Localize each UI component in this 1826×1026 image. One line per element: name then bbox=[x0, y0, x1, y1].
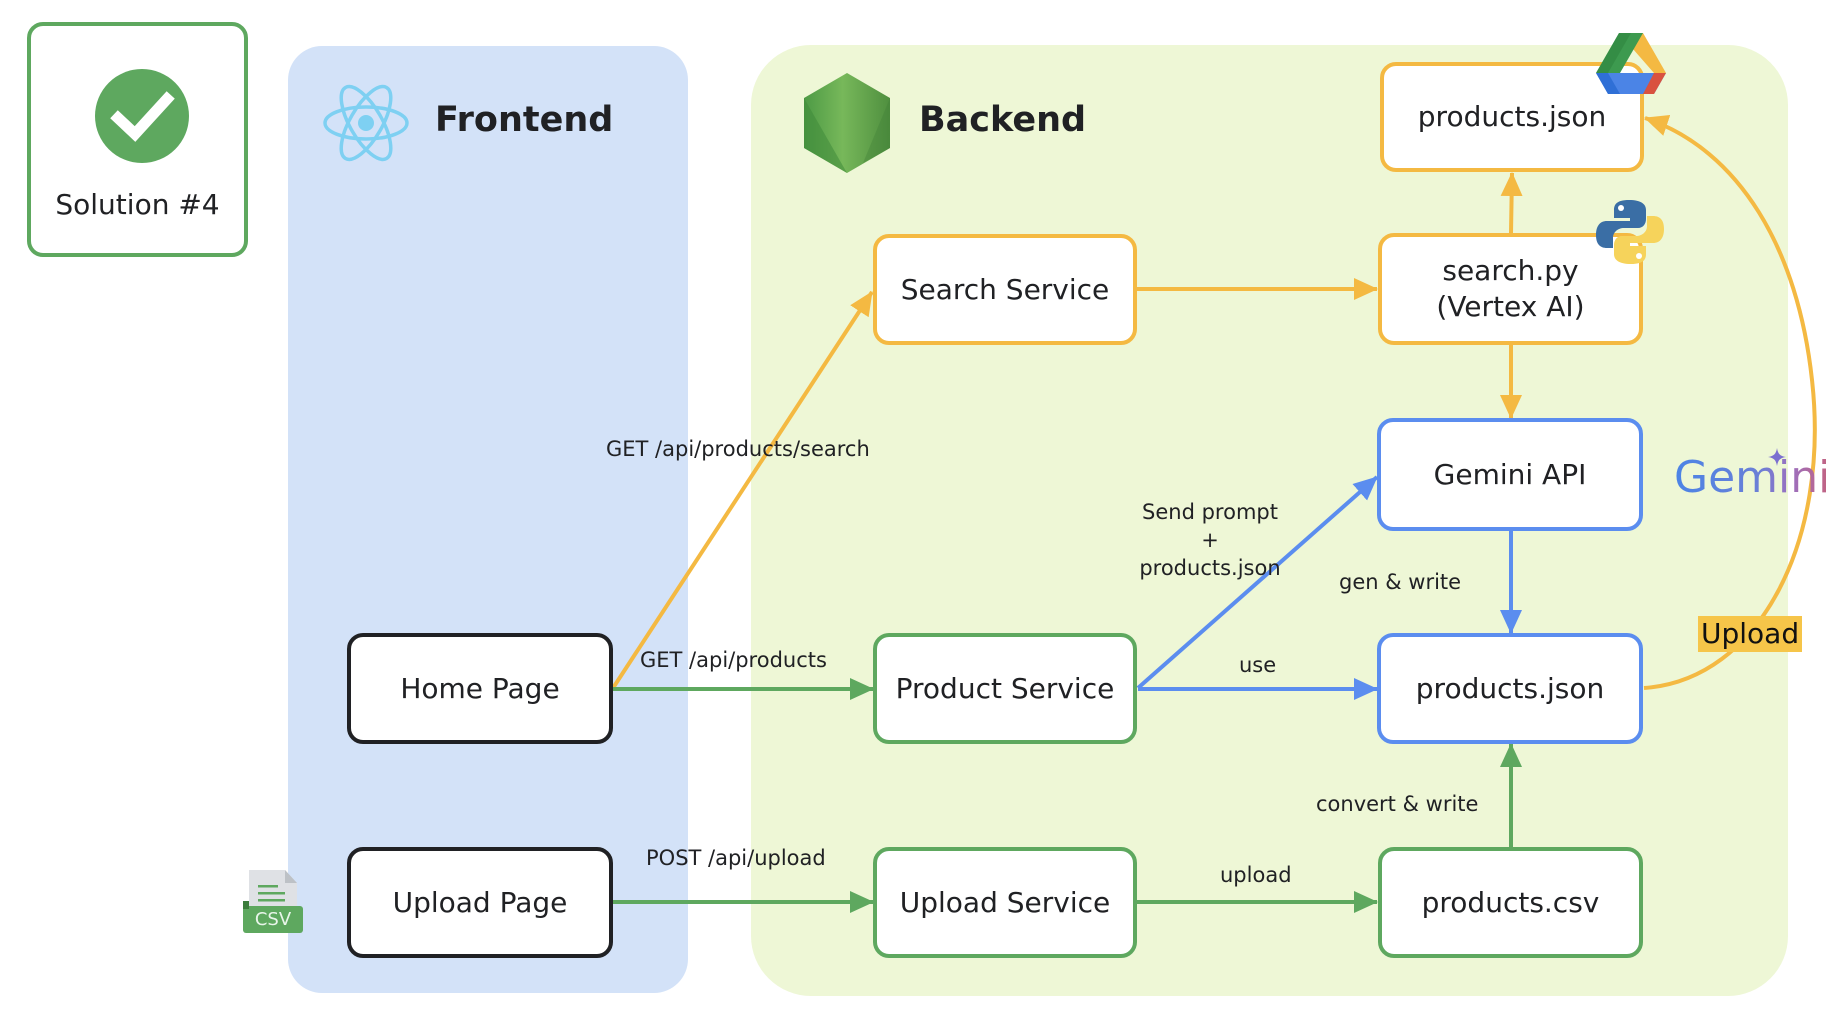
label-convert-write: convert & write bbox=[1316, 792, 1479, 816]
label-get-search: GET /api/products/search bbox=[606, 437, 870, 461]
label-upload-to-drive: Upload bbox=[1698, 616, 1803, 652]
label-gen-write: gen & write bbox=[1339, 570, 1462, 594]
edge-upload-to-drive bbox=[1643, 114, 1817, 690]
upload-page-node[interactable]: Upload Page bbox=[347, 847, 613, 958]
search-service-node[interactable]: Search Service bbox=[873, 234, 1137, 345]
search-py-filename: search.py bbox=[1442, 254, 1579, 287]
gemini-logo: Gemini bbox=[1674, 452, 1826, 503]
label-use: use bbox=[1239, 653, 1277, 677]
products-csv-node[interactable]: products.csv bbox=[1378, 847, 1643, 958]
gemini-sparkle-icon bbox=[1768, 448, 1786, 466]
google-drive-icon bbox=[1596, 33, 1666, 94]
product-service-node[interactable]: Product Service bbox=[873, 633, 1137, 744]
upload-service-node[interactable]: Upload Service bbox=[873, 847, 1137, 958]
label-post-upload: POST /api/upload bbox=[646, 846, 826, 870]
products-json-local-node[interactable]: products.json bbox=[1377, 633, 1643, 744]
search-py-subtitle: (Vertex AI) bbox=[1436, 290, 1585, 323]
label-send-prompt: Send prompt + products.json bbox=[1130, 498, 1290, 582]
python-icon bbox=[1596, 200, 1664, 264]
edge-home-to-search bbox=[611, 290, 874, 690]
label-send-prompt-line1: Send prompt bbox=[1142, 500, 1278, 524]
home-page-node[interactable]: Home Page bbox=[347, 633, 613, 744]
label-send-prompt-line2: + bbox=[1201, 528, 1219, 552]
csv-label: CSV bbox=[254, 909, 292, 930]
label-send-prompt-line3: products.json bbox=[1139, 556, 1281, 580]
csv-file-icon: CSV bbox=[243, 870, 305, 934]
label-upload: upload bbox=[1220, 863, 1292, 887]
gemini-api-node[interactable]: Gemini API bbox=[1377, 418, 1643, 531]
label-get-products: GET /api/products bbox=[640, 648, 827, 672]
edge-searchpy-to-productsjson-drive bbox=[1500, 172, 1523, 234]
